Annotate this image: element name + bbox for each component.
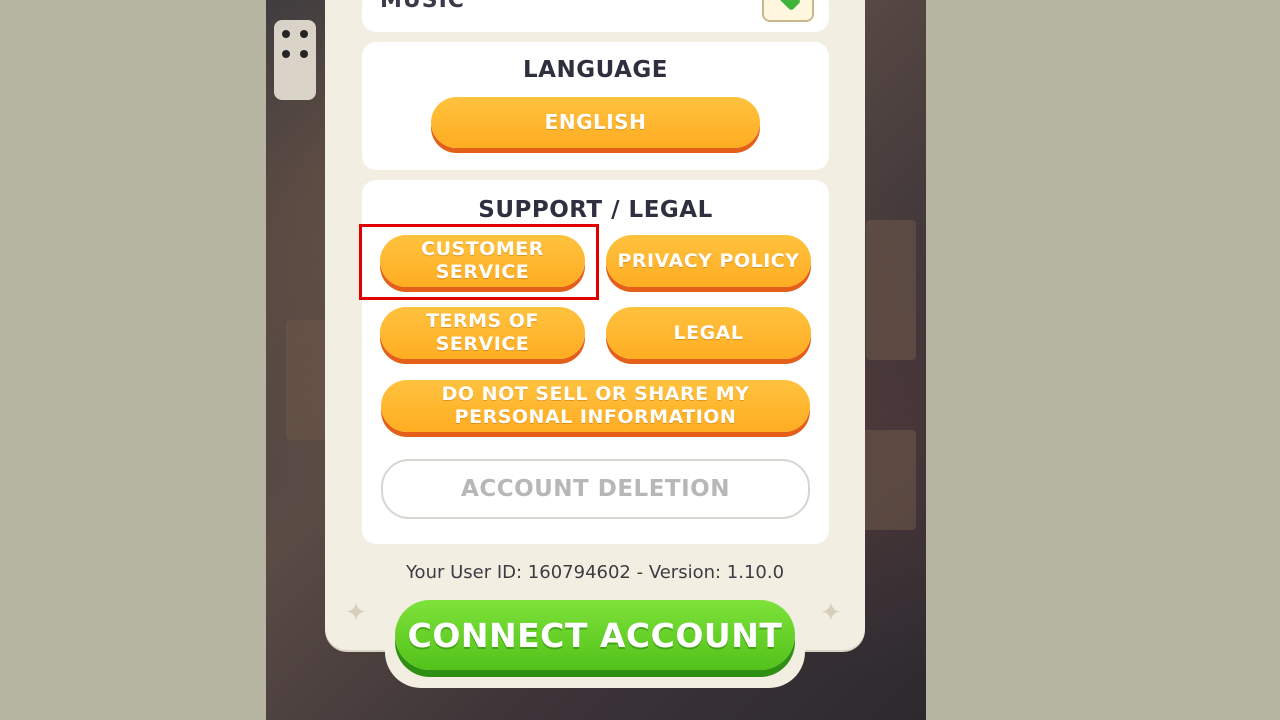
- decorative-corner-icon: ✦: [820, 598, 842, 628]
- user-id-version-text: Your User ID: 160794602 - Version: 1.10.…: [405, 562, 785, 583]
- do-not-sell-button[interactable]: DO NOT SELL OR SHARE MY PERSONAL INFORMA…: [381, 380, 810, 432]
- support-legal-title: SUPPORT / LEGAL: [478, 197, 713, 223]
- privacy-policy-button[interactable]: PRIVACY POLICY: [606, 235, 811, 287]
- highlight-box: [359, 224, 599, 300]
- terms-of-service-button[interactable]: TERMS OF SERVICE: [380, 307, 585, 359]
- checkmark-icon: [772, 0, 802, 12]
- music-label: MUSIC: [380, 0, 465, 13]
- connect-account-button[interactable]: CONNECT ACCOUNT: [395, 600, 795, 670]
- language-title: LANGUAGE: [523, 57, 668, 83]
- decorative-corner-icon: ✦: [345, 598, 367, 628]
- legal-button[interactable]: LEGAL: [606, 307, 811, 359]
- music-toggle-checkbox[interactable]: [762, 0, 814, 22]
- dice-image: [274, 20, 316, 100]
- account-deletion-button[interactable]: ACCOUNT DELETION: [381, 459, 810, 519]
- language-english-button[interactable]: ENGLISH: [431, 97, 760, 148]
